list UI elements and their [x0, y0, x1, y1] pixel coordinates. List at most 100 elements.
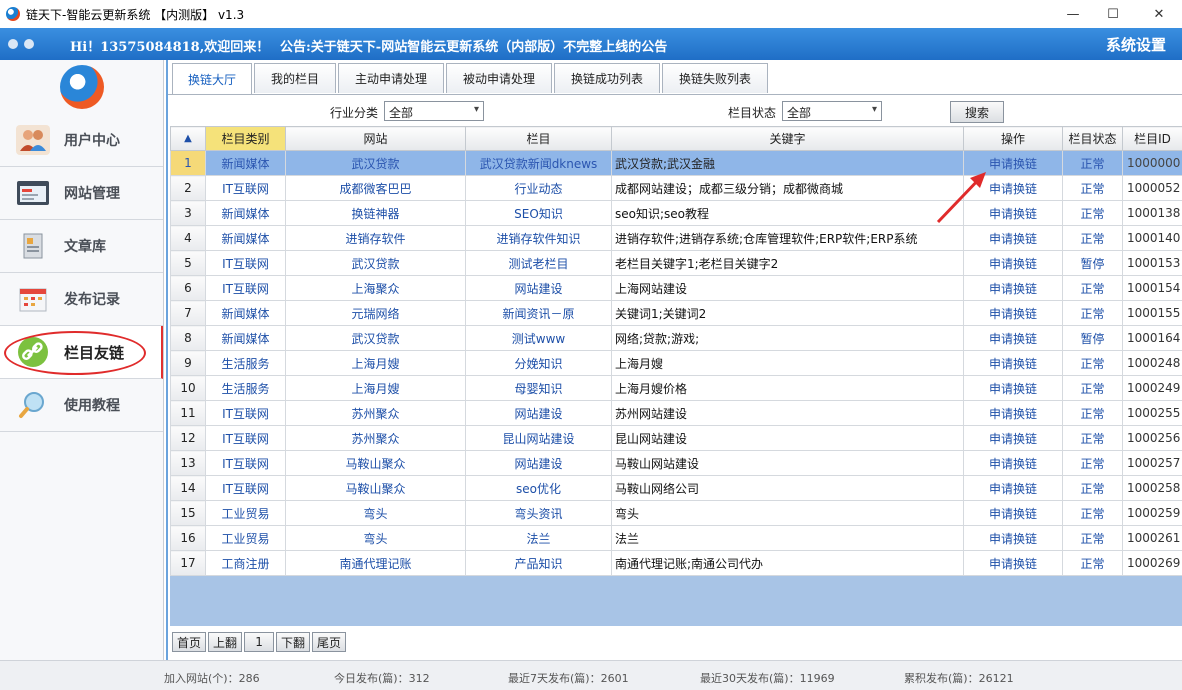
column-header-category[interactable]: 栏目类别 [205, 126, 286, 151]
sidebar-item-publish-records[interactable]: 发布记录 [0, 273, 163, 326]
sidebar-item-tutorial[interactable]: 使用教程 [0, 379, 163, 432]
cell-column[interactable]: 进销存软件知识 [465, 225, 612, 251]
cell-column[interactable]: 弯头资讯 [465, 500, 612, 526]
table-row[interactable]: 8 新闻媒体 武汉贷款 测试www 网络;贷款;游戏; 申请换链 暂停 1000164 [170, 325, 1182, 351]
cell-site[interactable]: 武汉贷款 [285, 250, 466, 276]
close-button[interactable]: ✕ [1136, 0, 1182, 28]
column-header-keywords[interactable]: 关键字 [611, 126, 964, 151]
cell-site[interactable]: 南通代理记账 [285, 550, 466, 576]
cell-site[interactable]: 弯头 [285, 525, 466, 551]
apply-exchange-link[interactable]: 申请换链 [963, 425, 1063, 451]
cell-column[interactable]: seo优化 [465, 475, 612, 501]
column-header-column[interactable]: 栏目 [465, 126, 612, 151]
cell-column[interactable]: 武汉贷款新闻dknews [465, 150, 612, 176]
cell-column[interactable]: 新闻资讯－原 [465, 300, 612, 326]
table-row[interactable]: 2 IT互联网 成都微客巴巴 行业动态 成都网站建设；成都三级分销；成都微商城 申请换链正… [170, 175, 1182, 201]
cell-column[interactable]: 产品知识 [465, 550, 612, 576]
apply-exchange-link[interactable]: 申请换链 [963, 350, 1063, 376]
header-dot-icon [8, 39, 18, 49]
tab-my-columns[interactable]: 我的栏目 [254, 63, 336, 93]
system-settings-button[interactable]: 系统设置 [1106, 34, 1166, 55]
cell-category: 新闻媒体 [205, 225, 286, 251]
notice-link[interactable]: 公告:关于链天下-网站智能云更新系统（内部版）不完整上线的公告 [280, 36, 667, 55]
sidebar-item-site-manage[interactable]: 网站管理 [0, 167, 163, 220]
tab-exchange-hall[interactable]: 换链大厅 [172, 63, 252, 95]
cell-site[interactable]: 成都微客巴巴 [285, 175, 466, 201]
apply-exchange-link[interactable]: 申请换链 [963, 250, 1063, 276]
table-row[interactable]: 3 新闻媒体 换链神器 SEO知识 seo知识;seo教程 申请换链 正常 1000138 [170, 200, 1182, 226]
cell-site[interactable]: 武汉贷款 [285, 150, 466, 176]
table-row[interactable]: 1 新闻媒体 武汉贷款 武汉贷款新闻dknews 武汉贷款;武汉金融 申请换链 正常 1000… [170, 150, 1182, 176]
cell-column[interactable]: 行业动态 [465, 175, 612, 201]
cell-column[interactable]: SEO知识 [465, 200, 612, 226]
apply-exchange-link[interactable]: 申请换链 [963, 550, 1063, 576]
cell-site[interactable]: 上海聚众 [285, 275, 466, 301]
apply-exchange-link[interactable]: 申请换链 [963, 450, 1063, 476]
cell-site[interactable]: 弯头 [285, 500, 466, 526]
cell-column[interactable]: 昆山网站建设 [465, 425, 612, 451]
table-row[interactable]: 6 IT互联网 上海聚众 网站建设 上海网站建设 申请换链 正常 1000154 [170, 275, 1182, 301]
sidebar-item-user-center[interactable]: 用户中心 [0, 114, 163, 167]
apply-exchange-link[interactable]: 申请换链 [963, 225, 1063, 251]
column-header-id[interactable]: 栏目ID [1122, 126, 1182, 151]
apply-exchange-link[interactable]: 申请换链 [963, 500, 1063, 526]
table-row[interactable]: 4 新闻媒体 进销存软件 进销存软件知识 进销存软件;进销存系统;仓库管理软件;ERP软… [170, 225, 1182, 251]
cell-column[interactable]: 测试老栏目 [465, 250, 612, 276]
cell-site[interactable]: 马鞍山聚众 [285, 450, 466, 476]
cell-site[interactable]: 换链神器 [285, 200, 466, 226]
tab-passive-requests[interactable]: 被动申请处理 [446, 63, 552, 93]
apply-exchange-link[interactable]: 申请换链 [963, 475, 1063, 501]
apply-exchange-link[interactable]: 申请换链 [963, 400, 1063, 426]
cell-site[interactable]: 上海月嫂 [285, 350, 466, 376]
cell-site[interactable]: 苏州聚众 [285, 425, 466, 451]
first-page-button[interactable]: 首页 [172, 632, 207, 652]
search-button[interactable]: 搜索 [950, 101, 1004, 123]
column-header-site[interactable]: 网站 [285, 126, 466, 151]
table-row[interactable]: 10 生活服务 上海月嫂 母婴知识 上海月嫂价格 申请换链 正常 1000249 [170, 375, 1182, 401]
cell-column[interactable]: 网站建设 [465, 275, 612, 301]
row-number: 4 [170, 225, 206, 251]
tab-active-requests[interactable]: 主动申请处理 [338, 63, 444, 93]
tab-failed-list[interactable]: 换链失败列表 [662, 63, 768, 93]
prev-page-button[interactable]: 上翻 [208, 632, 243, 652]
apply-exchange-link[interactable]: 申请换链 [963, 300, 1063, 326]
table-row[interactable]: 17 工商注册 南通代理记账 产品知识 南通代理记账;南通公司代办 申请换链 正常 10002… [170, 550, 1182, 576]
industry-select[interactable]: 全部 ▾ [384, 101, 484, 121]
table-row[interactable]: 9 生活服务 上海月嫂 分娩知识 上海月嫂 申请换链 正常 1000248 [170, 350, 1182, 376]
apply-exchange-link[interactable]: 申请换链 [963, 275, 1063, 301]
cell-column[interactable]: 测试www [465, 325, 612, 351]
cell-site[interactable]: 元瑞网络 [285, 300, 466, 326]
cell-column[interactable]: 网站建设 [465, 400, 612, 426]
sidebar-item-column-links[interactable]: 栏目友链 [0, 326, 163, 379]
cell-site[interactable]: 上海月嫂 [285, 375, 466, 401]
cell-column[interactable]: 母婴知识 [465, 375, 612, 401]
sidebar-item-article-library[interactable]: 文章库 [0, 220, 163, 273]
table-row[interactable]: 5 IT互联网 武汉贷款 测试老栏目 老栏目关键字1;老栏目关键字2 申请换链 暂停 1000… [170, 250, 1182, 276]
table-row[interactable]: 11 IT互联网 苏州聚众 网站建设 苏州网站建设 申请换链 正常 1000255 [170, 400, 1182, 426]
table-row[interactable]: 13 IT互联网 马鞍山聚众 网站建设 马鞍山网站建设 申请换链 正常 1000257 [170, 450, 1182, 476]
column-header-action[interactable]: 操作 [963, 126, 1063, 151]
column-header-status[interactable]: 栏目状态 [1062, 126, 1123, 151]
last-page-button[interactable]: 尾页 [312, 632, 347, 652]
column-status-select[interactable]: 全部 ▾ [782, 101, 882, 121]
cell-site[interactable]: 马鞍山聚众 [285, 475, 466, 501]
next-page-button[interactable]: 下翻 [276, 632, 311, 652]
table-row[interactable]: 16 工业贸易 弯头 法兰 法兰 申请换链 正常 1000261 [170, 525, 1182, 551]
cell-column[interactable]: 网站建设 [465, 450, 612, 476]
table-row[interactable]: 7 新闻媒体 元瑞网络 新闻资讯－原 关键词1;关键词2 申请换链 正常 1000155 [170, 300, 1182, 326]
table-row[interactable]: 14 IT互联网 马鞍山聚众 seo优化 马鞍山网络公司 申请换链 正常 1000258 [170, 475, 1182, 501]
apply-exchange-link[interactable]: 申请换链 [963, 375, 1063, 401]
maximize-button[interactable]: ☐ [1090, 0, 1136, 28]
table-row[interactable]: 12 IT互联网 苏州聚众 昆山网站建设 昆山网站建设 申请换链 正常 1000256 [170, 425, 1182, 451]
cell-site[interactable]: 进销存软件 [285, 225, 466, 251]
cell-site[interactable]: 武汉贷款 [285, 325, 466, 351]
tab-success-list[interactable]: 换链成功列表 [554, 63, 660, 93]
sort-indicator-icon[interactable]: ▲ [170, 126, 206, 151]
cell-column[interactable]: 法兰 [465, 525, 612, 551]
cell-column[interactable]: 分娩知识 [465, 350, 612, 376]
apply-exchange-link[interactable]: 申请换链 [963, 325, 1063, 351]
apply-exchange-link[interactable]: 申请换链 [963, 525, 1063, 551]
table-row[interactable]: 15 工业贸易 弯头 弯头资讯 弯头 申请换链 正常 1000259 [170, 500, 1182, 526]
cell-site[interactable]: 苏州聚众 [285, 400, 466, 426]
cell-status: 暂停 [1062, 325, 1123, 351]
